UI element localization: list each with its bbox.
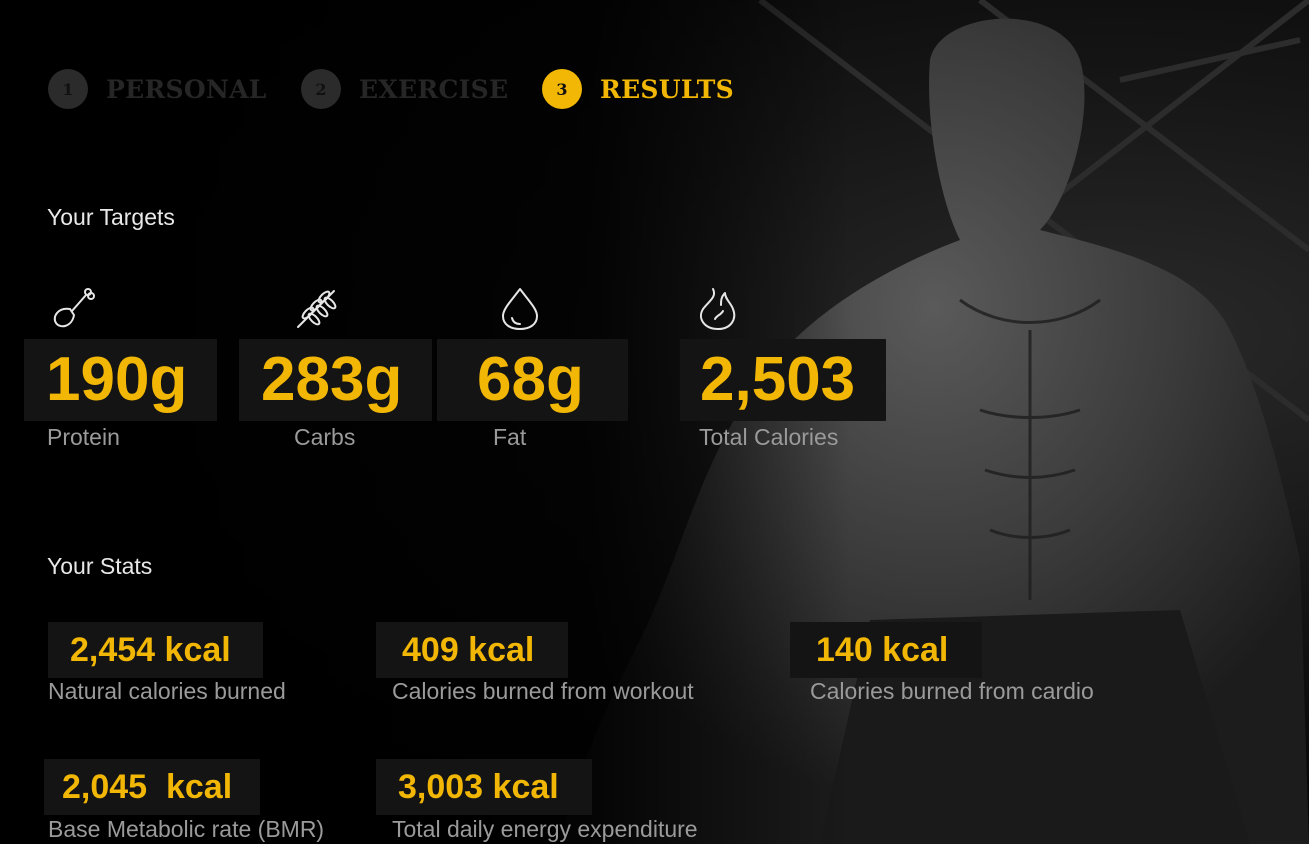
bmr-label: Base Metabolic rate (BMR) — [48, 816, 325, 842]
step-label: EXERCISE — [359, 74, 509, 104]
natural-calories-value: 2,454 kcal — [48, 622, 263, 678]
bmr-value: 2,045 kcal — [44, 759, 260, 815]
natural-calories-label: Natural calories burned — [48, 678, 286, 704]
chicken-leg-icon — [50, 285, 96, 331]
results-page: 1 PERSONAL 2 EXERCISE 3 RESULTS Your Tar… — [0, 0, 1309, 844]
fat-value: 68g — [437, 339, 628, 421]
step-exercise[interactable]: 2 EXERCISE — [301, 68, 508, 110]
step-personal[interactable]: 1 PERSONAL — [48, 68, 267, 110]
step-label: PERSONAL — [106, 74, 267, 104]
tdee-value: 3,003 kcal — [376, 759, 592, 815]
flame-icon — [695, 285, 741, 331]
stats-heading: Your Stats — [47, 553, 153, 579]
cardio-calories-value: 140 kcal — [790, 622, 982, 678]
carbs-value: 283g — [239, 339, 432, 421]
drop-icon — [497, 285, 543, 331]
targets-heading: Your Targets — [47, 204, 175, 230]
step-results[interactable]: 3 RESULTS — [542, 68, 734, 110]
cardio-calories-label: Calories burned from cardio — [810, 678, 1094, 704]
wheat-icon — [294, 285, 340, 331]
background-athlete-photo — [0, 0, 1309, 844]
step-number: 3 — [542, 69, 582, 109]
step-number: 2 — [301, 69, 341, 109]
total-calories-value: 2,503 — [680, 339, 886, 421]
step-number: 1 — [48, 69, 88, 109]
carbs-label: Carbs — [294, 424, 356, 450]
tdee-label: Total daily energy expenditure — [392, 816, 698, 842]
total-calories-label: Total Calories — [699, 424, 839, 450]
workout-calories-label: Calories burned from workout — [392, 678, 694, 704]
fat-label: Fat — [493, 424, 527, 450]
step-label: RESULTS — [600, 74, 734, 104]
protein-label: Protein — [47, 424, 120, 450]
workout-calories-value: 409 kcal — [376, 622, 568, 678]
protein-value: 190g — [24, 339, 217, 421]
